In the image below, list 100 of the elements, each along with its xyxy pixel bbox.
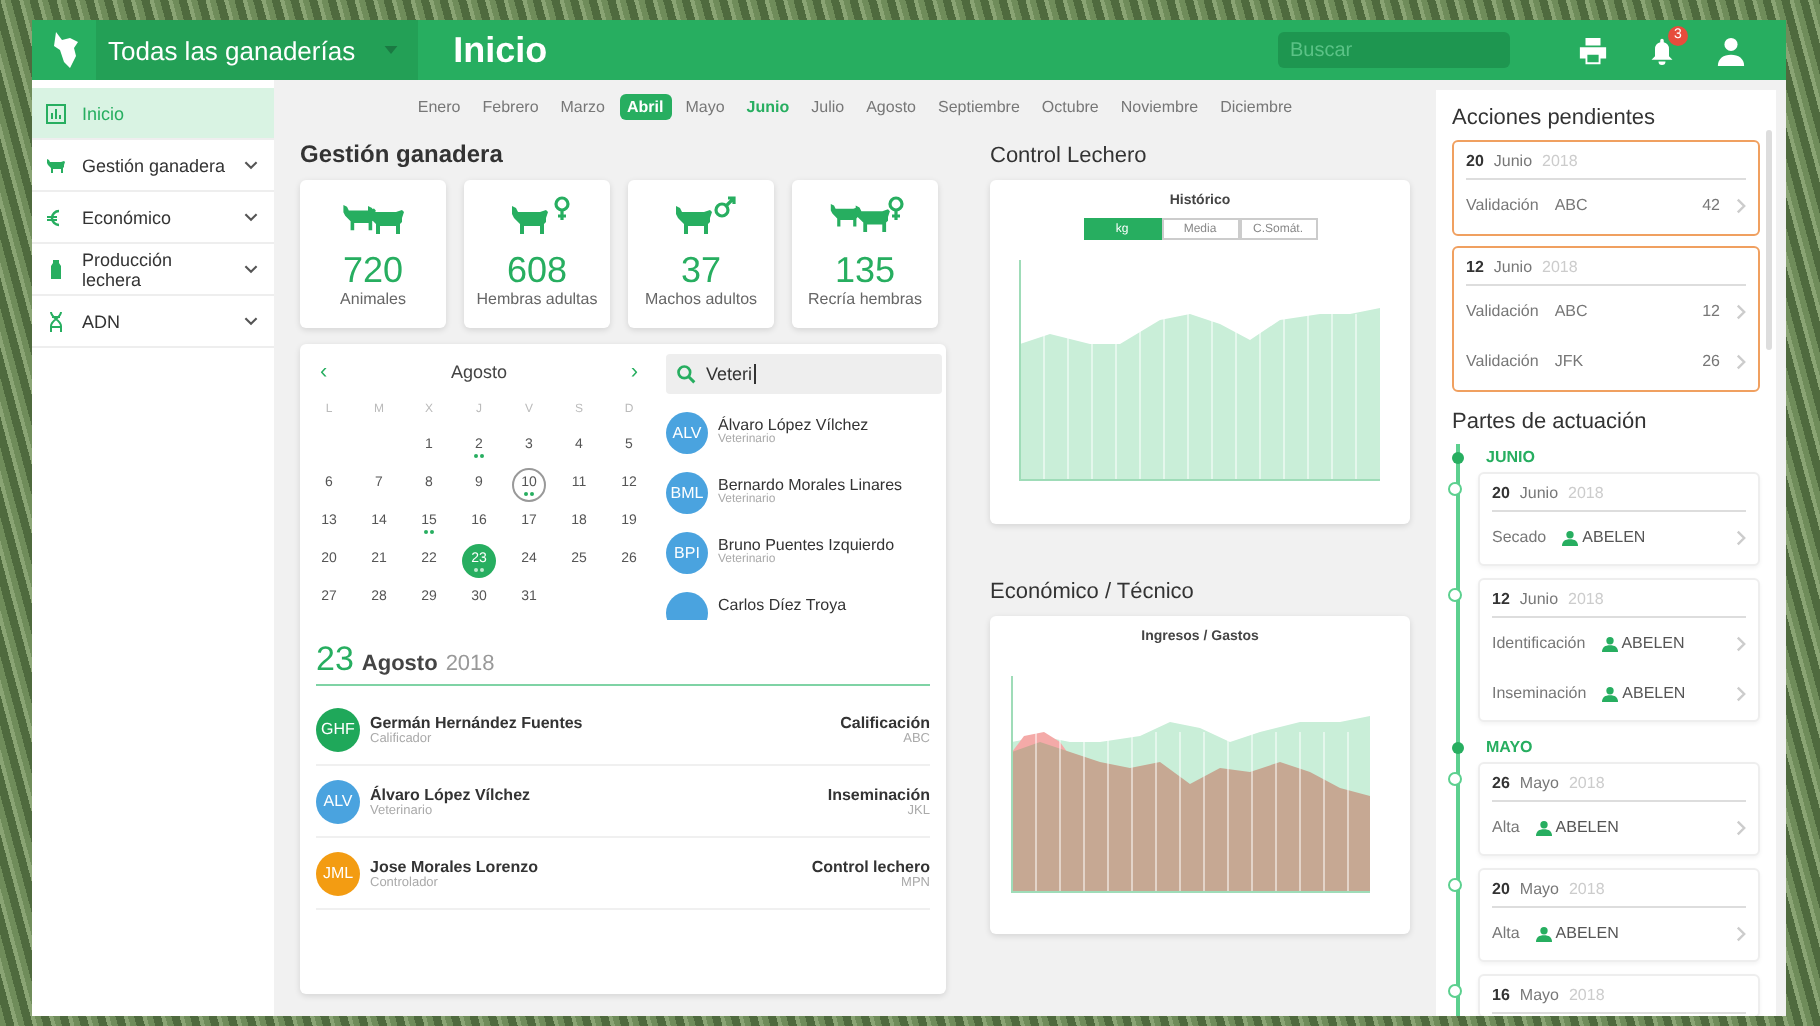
action-label: Alta xyxy=(1492,818,1520,836)
month-tab[interactable]: Diciembre xyxy=(1212,93,1301,119)
person-name: Germán Hernández Fuentes xyxy=(370,713,585,731)
stat-value: 37 xyxy=(680,250,722,290)
user-label: ABELEN xyxy=(1602,684,1686,702)
sidebar-item[interactable]: Económico xyxy=(32,192,274,244)
action-code: ABC xyxy=(1554,302,1590,320)
caret-icon xyxy=(383,46,398,54)
person-name[interactable]: Bruno Puentes Izquierdo xyxy=(718,536,895,554)
section-title: Acciones pendientes xyxy=(1452,106,1658,130)
chevron-icon xyxy=(1736,925,1746,941)
chevron-icon xyxy=(1736,685,1746,701)
avatar: ALV xyxy=(666,412,708,454)
person-name[interactable]: Carlos Díez Troya xyxy=(718,596,847,614)
month-tab[interactable]: Mayo xyxy=(677,93,733,119)
pending-row[interactable]: Validación ABC 12 xyxy=(1466,286,1746,336)
chevron-icon xyxy=(1736,303,1746,319)
date-month: Mayo xyxy=(1519,879,1559,897)
date-day: 20 xyxy=(1492,879,1510,897)
chevron-icon xyxy=(1736,529,1746,545)
timeline-node xyxy=(1448,878,1462,892)
printer-icon xyxy=(1578,35,1608,65)
action-label: Validación xyxy=(1466,302,1539,320)
person-name[interactable]: Bernardo Morales Linares xyxy=(718,476,903,494)
report-row[interactable]: Alta ABELEN xyxy=(1492,908,1746,958)
date-day: 26 xyxy=(1492,773,1510,791)
chevron-icon xyxy=(1736,819,1746,835)
action-label: Inseminación xyxy=(1492,684,1587,702)
action-label: Validación xyxy=(1466,196,1539,214)
person-icon xyxy=(1535,819,1552,835)
timeline-node xyxy=(1448,772,1462,786)
goat-head-logo xyxy=(52,32,80,68)
chevron-icon xyxy=(1736,635,1746,651)
section-title: Partes de actuación xyxy=(1452,410,1649,434)
action-label: Alta xyxy=(1492,924,1520,942)
person-name: Álvaro López Vílchez xyxy=(370,785,533,803)
stat-label: Recría hembras xyxy=(808,290,922,308)
avatar: BPI xyxy=(666,532,708,574)
chart-icon xyxy=(44,101,68,125)
sidebar-item[interactable]: ADN xyxy=(32,296,274,348)
date-month: Junio xyxy=(1493,257,1533,275)
sidebar-item[interactable]: Gestión ganadera xyxy=(32,140,274,192)
action-code: JFK xyxy=(1554,352,1586,370)
agenda-month: Agosto xyxy=(361,652,438,676)
timeline-node xyxy=(1448,984,1462,998)
stat-value: 135 xyxy=(834,250,896,290)
avatar: JML xyxy=(316,851,360,895)
action-code: ABC xyxy=(1554,196,1590,214)
dna-icon xyxy=(44,309,68,333)
user-button[interactable] xyxy=(1716,35,1746,65)
date-month: Mayo xyxy=(1519,773,1559,791)
month-tab[interactable]: Marzo xyxy=(552,93,613,119)
date-day: 20 xyxy=(1492,483,1510,501)
timeline-month: MAYO xyxy=(1486,736,1533,760)
report-row[interactable]: Alta ABELEN xyxy=(1492,802,1746,852)
pending-row[interactable]: Validación JFK 26 xyxy=(1466,336,1746,386)
stat-label: Hembras adultas xyxy=(476,290,598,308)
avatar: GHF xyxy=(316,707,360,751)
sidebar-item[interactable]: Producción lechera xyxy=(32,244,274,296)
print-button[interactable] xyxy=(1578,35,1608,65)
person-name[interactable]: Álvaro López Vílchez xyxy=(718,416,869,434)
search-field[interactable]: Veteri xyxy=(666,354,942,394)
calendar-month: Agosto xyxy=(450,362,508,382)
section-title: Económico / Técnico xyxy=(990,580,1196,604)
report-row[interactable]: Identificación ABELEN xyxy=(1492,618,1746,668)
stat-value: 608 xyxy=(506,250,568,290)
action-count: 42 xyxy=(1702,196,1720,214)
person-icon xyxy=(1562,529,1579,545)
report-row[interactable]: Inseminación ABELEN xyxy=(1492,668,1746,718)
stat-label: Machos adultos xyxy=(644,290,758,308)
month-tab[interactable]: Septiembre xyxy=(930,93,1028,119)
page-title: Inicio xyxy=(453,29,550,71)
action-label: Validación xyxy=(1466,352,1539,370)
report-row[interactable]: Secado ABELEN xyxy=(1492,512,1746,562)
agenda-day: 23 xyxy=(316,640,354,680)
user-label: ABELEN xyxy=(1535,924,1619,942)
stat-label: Animales xyxy=(340,290,406,308)
month-tab[interactable]: Febrero xyxy=(474,93,547,119)
section-title: Gestión ganadera xyxy=(300,140,505,168)
month-tab[interactable]: Noviembre xyxy=(1112,93,1207,119)
month-tab[interactable]: Julio xyxy=(803,93,853,119)
action-count: 26 xyxy=(1702,352,1720,370)
month-tab[interactable]: Enero xyxy=(409,93,469,119)
month-tab[interactable]: Agosto xyxy=(858,93,924,119)
action-name: Calificación xyxy=(840,713,930,731)
timeline-month: JUNIO xyxy=(1486,446,1535,470)
section-title: Control Lechero xyxy=(990,144,1149,168)
date-month: Mayo xyxy=(1519,985,1559,1003)
avatar: ALV xyxy=(316,779,360,823)
pending-row[interactable]: Validación ABC 42 xyxy=(1466,180,1746,230)
user-label: ABELEN xyxy=(1535,818,1619,836)
month-tab[interactable]: Octubre xyxy=(1033,93,1107,119)
person-name: Jose Morales Lorenzo xyxy=(370,857,541,875)
action-name: Control lechero xyxy=(811,857,930,875)
timeline-node xyxy=(1448,482,1462,496)
date-day: 16 xyxy=(1492,985,1510,1003)
chevron-icon xyxy=(1736,353,1746,369)
search-field[interactable]: Buscar xyxy=(1278,32,1510,68)
timeline-node xyxy=(1448,588,1462,602)
date-day: 12 xyxy=(1492,589,1510,607)
